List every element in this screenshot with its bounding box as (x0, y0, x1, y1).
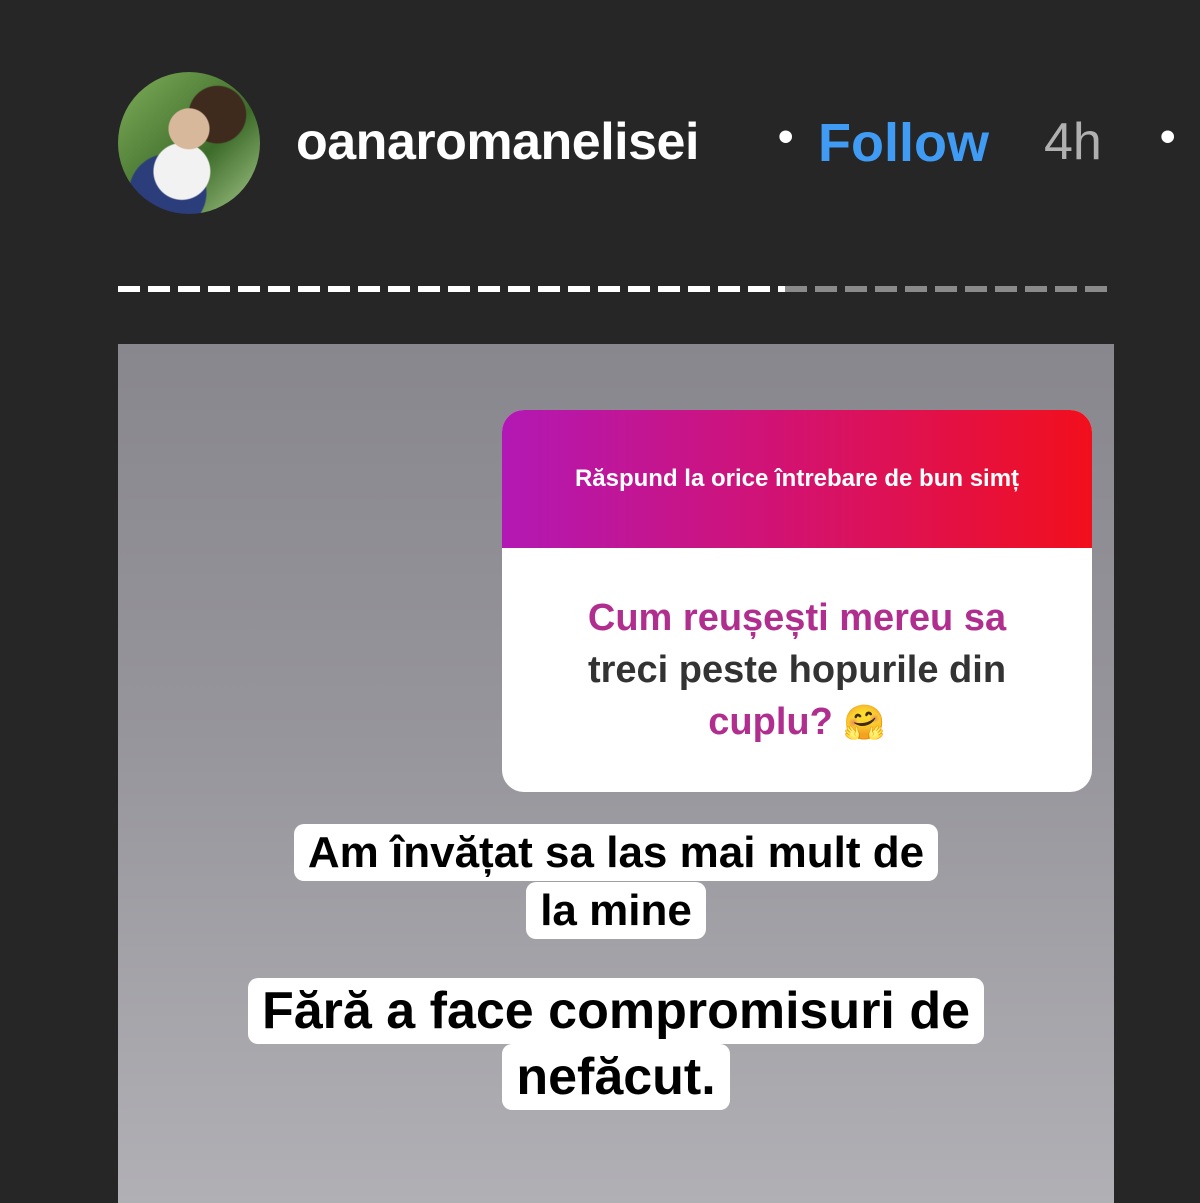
question-prompt: Răspund la orice întrebare de bun simț (502, 410, 1092, 548)
username[interactable]: oanaromanelisei (296, 112, 699, 172)
timestamp: 4h (1044, 113, 1102, 171)
question-line-3: cuplu? (708, 700, 833, 743)
answer-text-1: Am învățat sa las mai mult de la mine (118, 824, 1114, 940)
question-line-1: Cum reușești mereu sa (587, 596, 1007, 639)
hugging-face-icon: 🤗 (843, 703, 886, 742)
question-prompt-text: Răspund la orice întrebare de bun simț (574, 465, 1020, 492)
story-header: oanaromanelisei • Follow 4h • (0, 0, 1200, 240)
question-line-2: treci peste hopurile din (587, 648, 1007, 691)
answer-text-2-label: Fără a face compromisuri de nefăcut. (247, 978, 985, 1110)
question-sticker[interactable]: Răspund la orice întrebare de bun simț C… (502, 410, 1092, 792)
follow-button[interactable]: Follow (818, 112, 989, 174)
avatar[interactable] (118, 72, 260, 214)
question-text: Cum reușești mereu sa treci peste hopuri… (502, 548, 1092, 792)
more-options-icon[interactable]: • (1160, 112, 1175, 162)
separator-dot: • (778, 112, 794, 161)
progress-unseen (785, 286, 1114, 292)
story-progress-bar (118, 286, 1114, 292)
answer-text-1-label: Am învățat sa las mai mult de la mine (293, 824, 939, 939)
story-frame[interactable]: Răspund la orice întrebare de bun simț C… (118, 344, 1114, 1203)
answer-text-2: Fără a face compromisuri de nefăcut. (118, 978, 1114, 1110)
progress-seen (118, 286, 786, 292)
